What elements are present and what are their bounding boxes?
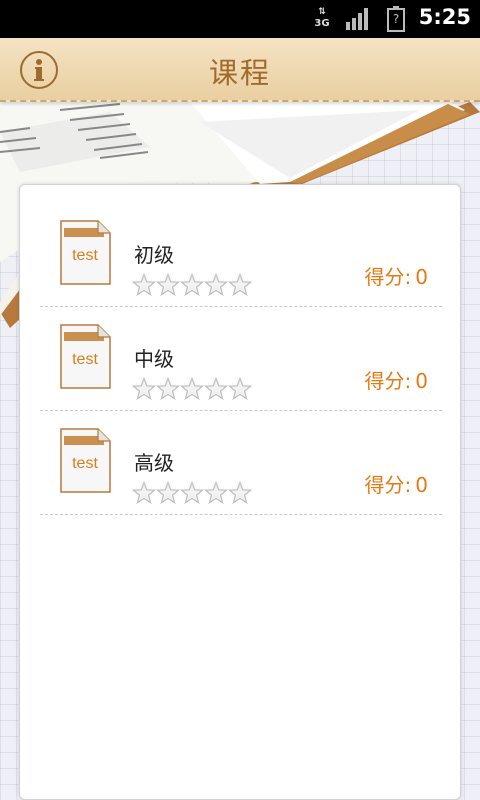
star-empty-icon bbox=[204, 481, 228, 505]
score-text: 得分: 0 bbox=[364, 265, 428, 289]
battery-icon: ? bbox=[387, 6, 405, 32]
star-empty-icon bbox=[228, 481, 252, 505]
star-empty-icon bbox=[132, 377, 156, 401]
star-empty-icon bbox=[180, 273, 204, 297]
signal-icon bbox=[346, 8, 368, 30]
page-title: 课程 bbox=[208, 56, 271, 90]
course-row-advanced[interactable]: test 高级 得分: 0 bbox=[40, 411, 442, 515]
status-bar: ⇅ 3G ? 5:25 bbox=[0, 0, 480, 38]
course-list: test 初级 得分: 0 test 中级 得分: 0 test 高级 得分: … bbox=[19, 184, 461, 800]
course-row-beginner[interactable]: test 初级 得分: 0 bbox=[40, 203, 442, 307]
document-icon: test bbox=[60, 428, 112, 494]
star-empty-icon bbox=[156, 273, 180, 297]
course-name: 初级 bbox=[134, 243, 174, 267]
star-empty-icon bbox=[180, 377, 204, 401]
document-icon: test bbox=[60, 324, 112, 390]
star-empty-icon bbox=[132, 481, 156, 505]
star-empty-icon bbox=[204, 273, 228, 297]
star-empty-icon bbox=[204, 377, 228, 401]
network-icon: ⇅ 3G bbox=[314, 7, 330, 29]
star-rating bbox=[132, 377, 252, 401]
clock: 5:25 bbox=[418, 5, 471, 29]
course-row-intermediate[interactable]: test 中级 得分: 0 bbox=[40, 307, 442, 411]
score-text: 得分: 0 bbox=[364, 473, 428, 497]
course-name: 高级 bbox=[134, 451, 174, 475]
star-rating bbox=[132, 481, 252, 505]
score-text: 得分: 0 bbox=[364, 369, 428, 393]
star-rating bbox=[132, 273, 252, 297]
star-empty-icon bbox=[156, 481, 180, 505]
star-empty-icon bbox=[180, 481, 204, 505]
star-empty-icon bbox=[228, 377, 252, 401]
course-name: 中级 bbox=[134, 347, 174, 371]
star-empty-icon bbox=[228, 273, 252, 297]
star-empty-icon bbox=[132, 273, 156, 297]
document-icon: test bbox=[60, 220, 112, 286]
star-empty-icon bbox=[156, 377, 180, 401]
title-bar: 课程 bbox=[0, 38, 480, 102]
